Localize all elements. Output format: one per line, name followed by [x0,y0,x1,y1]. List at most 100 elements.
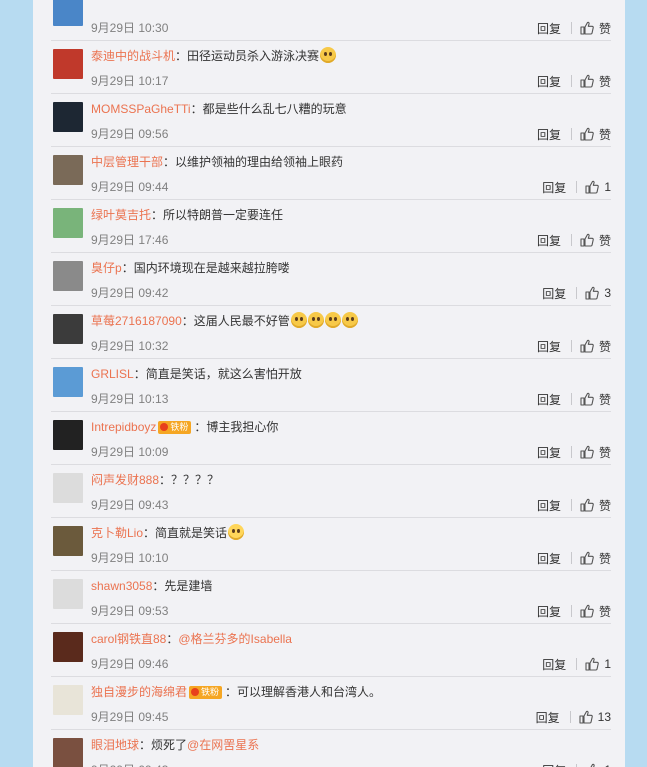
like-icon[interactable] [580,339,594,353]
comment-line: 臭仔p：国内环境现在是越来越拉胯喽 [91,259,290,277]
avatar[interactable] [53,685,83,715]
avatar[interactable] [53,420,83,450]
avatar[interactable] [53,208,83,238]
like-count[interactable]: 13 [598,710,611,724]
mention-link[interactable]: @格兰芬多的Isabella [178,632,292,646]
comment-actions: 回复 1 [542,762,611,767]
comment-item: 中层管理干部：以维护领袖的理由给领袖上眼药 9月29日 09:44 回复 1 [33,147,625,200]
comment-text: 先是建墙 [164,579,213,593]
username-link[interactable]: Intrepidboyz [91,420,156,434]
avatar[interactable] [53,155,83,185]
comment-text: 这届人民最不好管 [193,314,290,328]
divider [570,393,572,405]
like-count[interactable]: 赞 [599,338,611,355]
like-icon[interactable] [585,657,600,671]
reply-button[interactable]: 回复 [537,550,561,567]
username-link[interactable]: MOMSSPaGheTTi [91,102,191,116]
username-link[interactable]: 臭仔p [91,261,122,275]
like-icon[interactable] [580,233,594,247]
reply-button[interactable]: 回复 [542,762,566,767]
username-link[interactable]: 独自漫步的海绵君 [91,685,187,699]
comment-actions: 回复 13 [536,709,611,725]
like-count[interactable]: 1 [604,180,611,194]
reply-button[interactable]: 回复 [537,126,561,143]
avatar[interactable] [53,367,83,397]
comment-actions: 回复 赞 [537,20,611,36]
username-link[interactable]: shawn3058 [91,579,152,593]
like-count[interactable]: 赞 [599,126,611,143]
username-link[interactable]: 眼泪地球 [91,738,139,752]
like-icon[interactable] [580,127,594,141]
fan-badge: 铁粉 [158,421,192,434]
comment-actions: 回复 赞 [537,232,611,248]
like-count[interactable]: 3 [604,286,611,300]
like-icon[interactable] [580,498,594,512]
reply-button[interactable]: 回复 [536,709,560,726]
comment-actions: 回复 赞 [537,444,611,460]
avatar[interactable] [53,473,83,503]
comment-item: GRLISL：简直是笑话，就这么害怕开放 9月29日 10:13 回复 赞 [33,359,625,412]
comment-item: 独自漫步的海绵君 铁粉 ：可以理解香港人和台湾人。 9月29日 09:45 回复 13 [33,677,625,730]
like-icon[interactable] [580,21,594,35]
avatar[interactable] [53,261,83,291]
colon: ： [175,49,188,63]
reply-button[interactable]: 回复 [537,497,561,514]
reply-button[interactable]: 回复 [537,603,561,620]
like-icon[interactable] [585,763,599,767]
avatar[interactable] [53,579,83,609]
comment-text: 所以特朗普一定要连任 [163,208,284,222]
avatar[interactable] [53,102,83,132]
like-count[interactable]: 赞 [599,497,611,514]
username-link[interactable]: 草莓2716187090 [91,314,182,328]
like-icon[interactable] [580,551,594,565]
like-icon[interactable] [579,710,593,724]
reply-button[interactable]: 回复 [537,20,561,37]
like-count[interactable]: 赞 [599,444,611,461]
avatar[interactable] [53,738,83,767]
username-link[interactable]: 泰迪中的战斗机 [91,49,175,63]
like-count[interactable]: 赞 [599,20,611,37]
reply-button[interactable]: 回复 [537,391,561,408]
like-count[interactable]: 1 [604,763,611,767]
avatar[interactable] [53,314,83,344]
reply-button[interactable]: 回复 [542,656,566,673]
reply-button[interactable]: 回复 [537,232,561,249]
like-icon[interactable] [580,445,594,459]
like-icon[interactable] [585,286,600,300]
like-count[interactable]: 赞 [599,73,611,90]
username-link[interactable]: 闷声发财888 [91,473,159,487]
username-link[interactable]: 绿叶莫吉托 [91,208,151,222]
avatar[interactable] [53,526,83,556]
like-icon[interactable] [580,392,594,406]
comment-item: 臭仔p：国内环境现在是越来越拉胯喽 9月29日 09:42 回复 3 [33,253,625,306]
like-count[interactable]: 1 [604,657,611,671]
like-count[interactable]: 赞 [599,550,611,567]
like-count[interactable]: 赞 [599,232,611,249]
mention-link[interactable]: @在网罟星系 [187,738,259,752]
username-link[interactable]: GRLISL [91,367,134,381]
reply-button[interactable]: 回复 [542,285,566,302]
like-count[interactable]: 赞 [599,391,611,408]
reply-button[interactable]: 回复 [537,73,561,90]
reply-button[interactable]: 回复 [537,444,561,461]
comment-item: 草莓2716187090：这届人民最不好管 9月29日 10:32 回复 赞 [33,306,625,359]
like-icon[interactable] [580,74,594,88]
like-count[interactable]: 赞 [599,603,611,620]
divider [576,287,578,299]
username-link[interactable]: carol钢铁直88 [91,632,166,646]
reply-button[interactable]: 回复 [537,338,561,355]
reply-button[interactable]: 回复 [542,179,566,196]
emoji-icon [307,312,324,328]
username-link[interactable]: 克卜勒Lio [91,526,143,540]
comment-item: 克卜勒Lio：简直就是笑话 9月29日 10:10 回复 赞 [33,518,625,571]
comment-line: GRLISL：简直是笑话，就这么害怕开放 [91,365,302,383]
avatar[interactable] [53,0,83,26]
avatar[interactable] [53,49,83,79]
comment-time: 9月29日 10:30 [91,21,169,35]
divider [570,499,572,511]
avatar[interactable] [53,632,83,662]
like-icon[interactable] [580,604,594,618]
username-link[interactable]: 中层管理干部 [91,155,163,169]
like-icon[interactable] [585,180,600,194]
comment-text: ？？？？ [171,473,220,487]
